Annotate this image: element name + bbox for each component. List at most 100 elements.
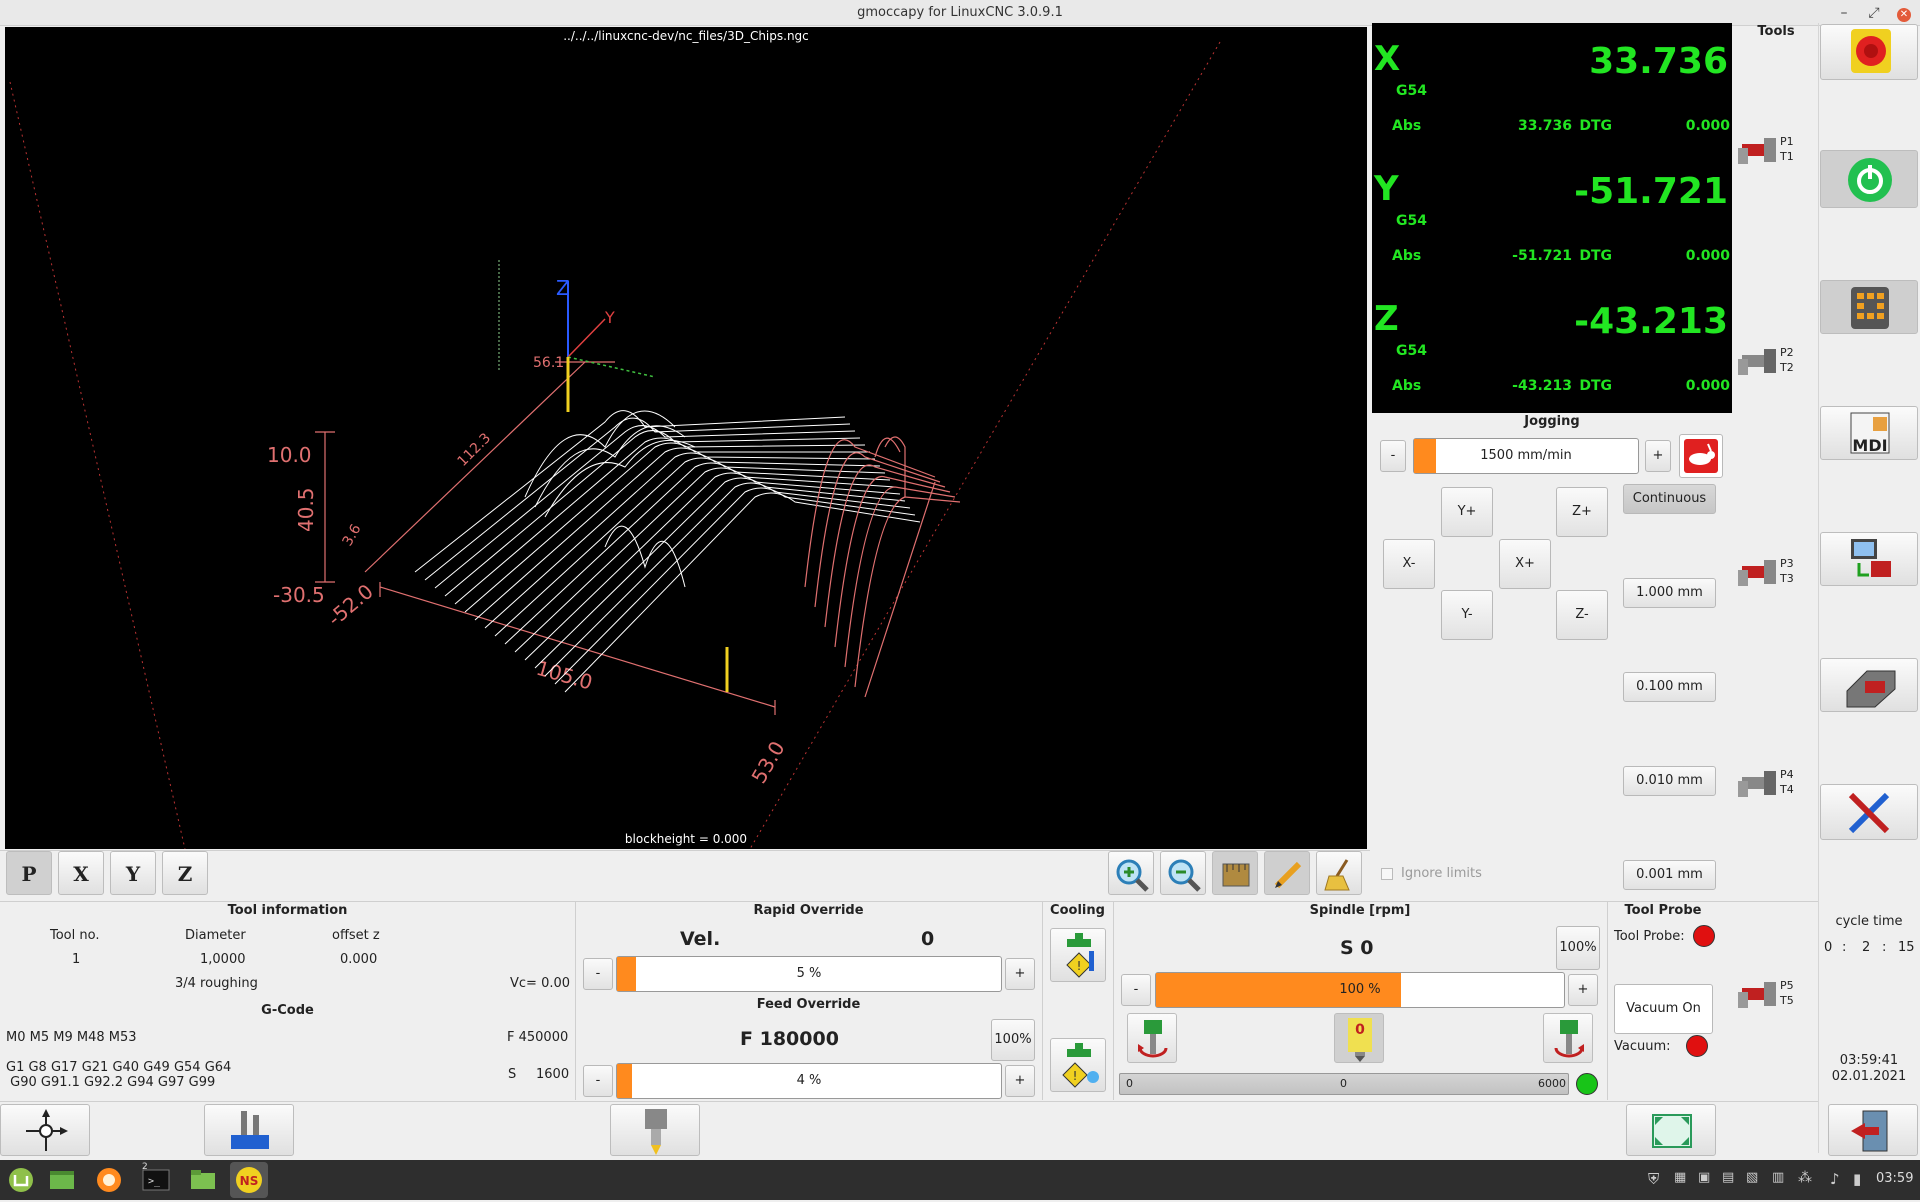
- spindle-speed-value: S 0: [1340, 937, 1374, 959]
- volume-icon[interactable]: ♪: [1830, 1170, 1840, 1188]
- show-desktop-button[interactable]: [46, 1165, 78, 1195]
- settings-mode-button[interactable]: [1820, 658, 1918, 712]
- manual-mode-button[interactable]: [1820, 280, 1918, 334]
- increment-0-001-button[interactable]: 0.001 mm: [1623, 860, 1716, 890]
- vacuum-on-button[interactable]: Vacuum On: [1614, 984, 1713, 1034]
- vacuum-led: [1686, 1035, 1708, 1057]
- spindle-stop-button[interactable]: 0: [1334, 1013, 1384, 1063]
- tool-change-button[interactable]: [610, 1104, 700, 1156]
- jog-speed-slider[interactable]: 1500 mm/min: [1413, 438, 1639, 474]
- divider: [1607, 902, 1608, 1100]
- exit-button[interactable]: [1828, 1104, 1918, 1156]
- restore-icon[interactable]: ⤢: [1859, 0, 1889, 26]
- view-x-button[interactable]: X: [58, 851, 104, 895]
- dro-x-value[interactable]: 33.736: [1488, 41, 1728, 82]
- battery-icon[interactable]: ▮: [1853, 1170, 1861, 1188]
- rapid-decrease-button[interactable]: -: [583, 958, 613, 990]
- menu-button[interactable]: [5, 1165, 37, 1195]
- jog-y-plus-button[interactable]: Y+: [1441, 487, 1493, 537]
- axis-x-line: [567, 356, 656, 378]
- shield-icon[interactable]: ⛨: [1648, 1170, 1659, 1188]
- jog-speed-decrease-button[interactable]: -: [1380, 440, 1406, 472]
- view-z-button[interactable]: Z: [162, 851, 208, 895]
- jog-z-minus-button[interactable]: Z-: [1556, 590, 1608, 640]
- tray-app-icon-2[interactable]: ▧: [1746, 1170, 1758, 1185]
- tool-spindle-icon: [645, 1109, 667, 1155]
- clear-plot-button[interactable]: [1316, 851, 1362, 895]
- dro-y-value[interactable]: -51.721: [1488, 171, 1728, 212]
- tool-pocket-2[interactable]: P2 T2: [1738, 341, 1814, 387]
- view-p-button[interactable]: P: [6, 851, 52, 895]
- display-icon[interactable]: ▣: [1698, 1170, 1710, 1185]
- files-button[interactable]: [187, 1165, 219, 1195]
- increment-1-button[interactable]: 1.000 mm: [1623, 578, 1716, 608]
- svg-text:!: !: [1077, 959, 1082, 973]
- view-z-icon: Z: [177, 862, 193, 886]
- mdi-mode-button[interactable]: MDI: [1820, 406, 1918, 460]
- gcode-preview[interactable]: ../../../linuxcnc-dev/nc_files/3D_Chips.…: [5, 27, 1367, 849]
- increment-continuous-button[interactable]: Continuous: [1623, 484, 1716, 514]
- jog-speed-increase-button[interactable]: +: [1645, 440, 1671, 472]
- feed-increase-button[interactable]: +: [1005, 1065, 1035, 1097]
- rapid-increase-button[interactable]: +: [1005, 958, 1035, 990]
- feed-decrease-button[interactable]: -: [583, 1065, 613, 1097]
- spindle-reset-button[interactable]: 100%: [1556, 926, 1600, 970]
- jog-x-minus-button[interactable]: X-: [1383, 539, 1435, 589]
- mist-button[interactable]: !: [1050, 1038, 1106, 1092]
- dro-x-abs: 33.736: [1517, 118, 1572, 134]
- rapid-override-slider[interactable]: 5 %: [616, 956, 1002, 992]
- spindle-cw-button[interactable]: [1543, 1013, 1593, 1063]
- gmoccapy-task-button[interactable]: NS: [230, 1162, 268, 1198]
- tool-pocket-4[interactable]: P4 T4: [1738, 763, 1814, 809]
- tool-pocket-5[interactable]: P5 T5: [1738, 974, 1814, 1020]
- cutting-speed: Vc= 0.00: [510, 976, 571, 991]
- zoom-out-button[interactable]: [1160, 851, 1206, 895]
- touch-off-button[interactable]: [204, 1104, 294, 1156]
- ignore-limits-checkbox[interactable]: [1381, 868, 1393, 880]
- tool-probe-led: [1693, 925, 1715, 947]
- estop-button[interactable]: [1820, 24, 1918, 80]
- firefox-button[interactable]: [93, 1165, 125, 1195]
- spindle-ccw-button[interactable]: [1127, 1013, 1177, 1063]
- tool-pocket-1[interactable]: P1 T1: [1738, 130, 1814, 176]
- terminal-button[interactable]: >_ 2: [140, 1162, 172, 1195]
- dro-z-value[interactable]: -43.213: [1488, 301, 1728, 342]
- flood-button[interactable]: !: [1050, 928, 1106, 982]
- home-all-button[interactable]: [0, 1104, 90, 1156]
- increment-0-1-button[interactable]: 0.100 mm: [1623, 672, 1716, 702]
- machine-on-button[interactable]: [1820, 150, 1918, 208]
- auto-mode-button[interactable]: [1820, 532, 1918, 586]
- feed-reset-button[interactable]: 100%: [991, 1019, 1035, 1061]
- taskbar-clock[interactable]: 03:59: [1876, 1171, 1913, 1186]
- zoom-in-button[interactable]: [1108, 851, 1154, 895]
- close-window-button[interactable]: ✕: [1889, 0, 1919, 26]
- spindle-decrease-button[interactable]: -: [1121, 974, 1151, 1006]
- fullscreen-button[interactable]: [1626, 1104, 1716, 1156]
- jog-z-plus-button[interactable]: Z+: [1556, 487, 1608, 537]
- feed-override-value: 4 %: [796, 1073, 822, 1088]
- minimize-icon[interactable]: –: [1829, 0, 1859, 26]
- show-tool-path-button[interactable]: [1264, 851, 1310, 895]
- spindle-override-slider[interactable]: 100 %: [1155, 972, 1565, 1008]
- jog-x-plus-button[interactable]: X+: [1499, 539, 1551, 589]
- increment-0-01-button[interactable]: 0.010 mm: [1623, 766, 1716, 796]
- label-zz: 3.6: [340, 522, 365, 549]
- view-y-button[interactable]: Y: [110, 851, 156, 895]
- jog-turtle-button[interactable]: [1679, 434, 1723, 478]
- feed-override-slider[interactable]: 4 %: [616, 1063, 1002, 1099]
- tray-app-icon-3[interactable]: ▥: [1772, 1170, 1784, 1185]
- spindle-increase-button[interactable]: +: [1568, 974, 1598, 1006]
- tray-app-icon[interactable]: ▤: [1722, 1170, 1734, 1185]
- toolpath-white: [414, 410, 921, 693]
- bluetooth-icon[interactable]: ⁂: [1798, 1170, 1812, 1186]
- network-icon[interactable]: ▦: [1674, 1170, 1686, 1185]
- show-dimensions-button[interactable]: [1212, 851, 1258, 895]
- axis-y-label: Y: [604, 308, 615, 327]
- rapid-override-title: Rapid Override: [753, 903, 864, 918]
- spindle-scale-min: 0: [1126, 1077, 1133, 1090]
- tool-pocket-3[interactable]: P3 T3: [1738, 552, 1814, 598]
- jog-y-minus-button[interactable]: Y-: [1441, 590, 1493, 640]
- fullscreen-icon: [1652, 1114, 1692, 1148]
- tools-mode-button[interactable]: [1820, 784, 1918, 840]
- folder-icon: [191, 1170, 215, 1189]
